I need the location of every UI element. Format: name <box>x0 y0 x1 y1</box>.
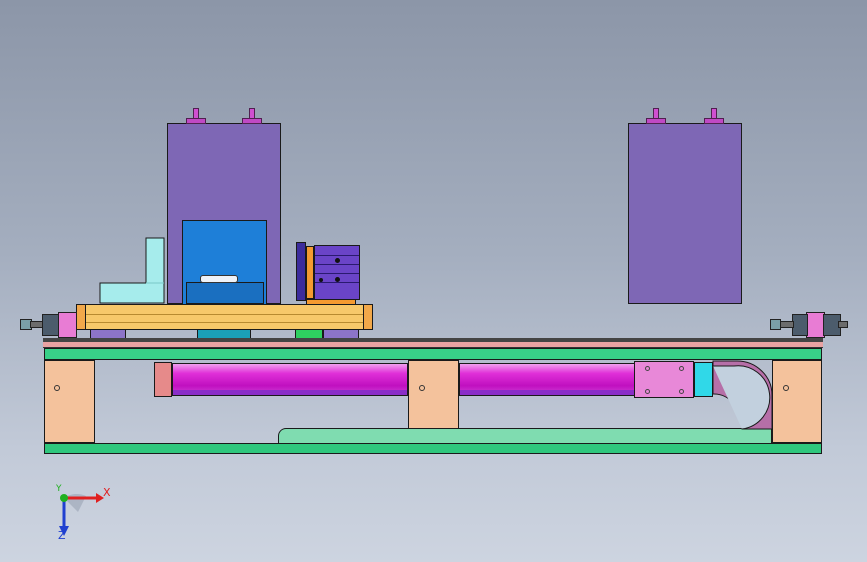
l-bracket[interactable] <box>99 237 167 305</box>
triad-y-label: Y <box>56 484 62 494</box>
carriage-end-right <box>363 304 373 330</box>
cable-track <box>278 428 772 443</box>
support-block-left <box>44 360 95 443</box>
right-end-fitting[interactable] <box>770 312 848 338</box>
support-block-right <box>772 360 822 443</box>
cylinder-carriage[interactable] <box>634 361 694 398</box>
left-motor-shaft-base-2 <box>242 118 262 124</box>
cad-viewport[interactable]: X Y Z <box>0 0 867 562</box>
cylinder-end-cap-left <box>154 362 172 397</box>
pneumatic-cylinder-right[interactable] <box>459 363 635 396</box>
left-motor-shaft-base-1 <box>186 118 206 124</box>
bottom-rail[interactable] <box>44 443 822 454</box>
gripper-front-plate[interactable] <box>296 242 306 301</box>
left-end-fitting[interactable] <box>20 312 77 338</box>
coordinate-triad: X Y Z <box>48 484 118 542</box>
cable-chain[interactable] <box>712 360 774 430</box>
top-rail[interactable] <box>44 348 822 360</box>
right-motor-housing[interactable] <box>628 123 742 304</box>
right-motor-shaft-base-2 <box>704 118 724 124</box>
triad-z-label: Z <box>58 529 66 542</box>
cylinder-end-cap-right <box>694 362 713 397</box>
sensor-pin <box>200 275 238 283</box>
triad-x-label: X <box>103 486 111 499</box>
carriage-plate[interactable] <box>76 304 373 330</box>
pneumatic-cylinder[interactable] <box>172 363 408 396</box>
right-motor-shaft-base-1 <box>646 118 666 124</box>
gripper-orange-plate <box>306 246 314 299</box>
gripper-body[interactable] <box>314 245 360 300</box>
carriage-end-left <box>76 304 86 330</box>
blue-clamp-inner <box>186 282 264 304</box>
